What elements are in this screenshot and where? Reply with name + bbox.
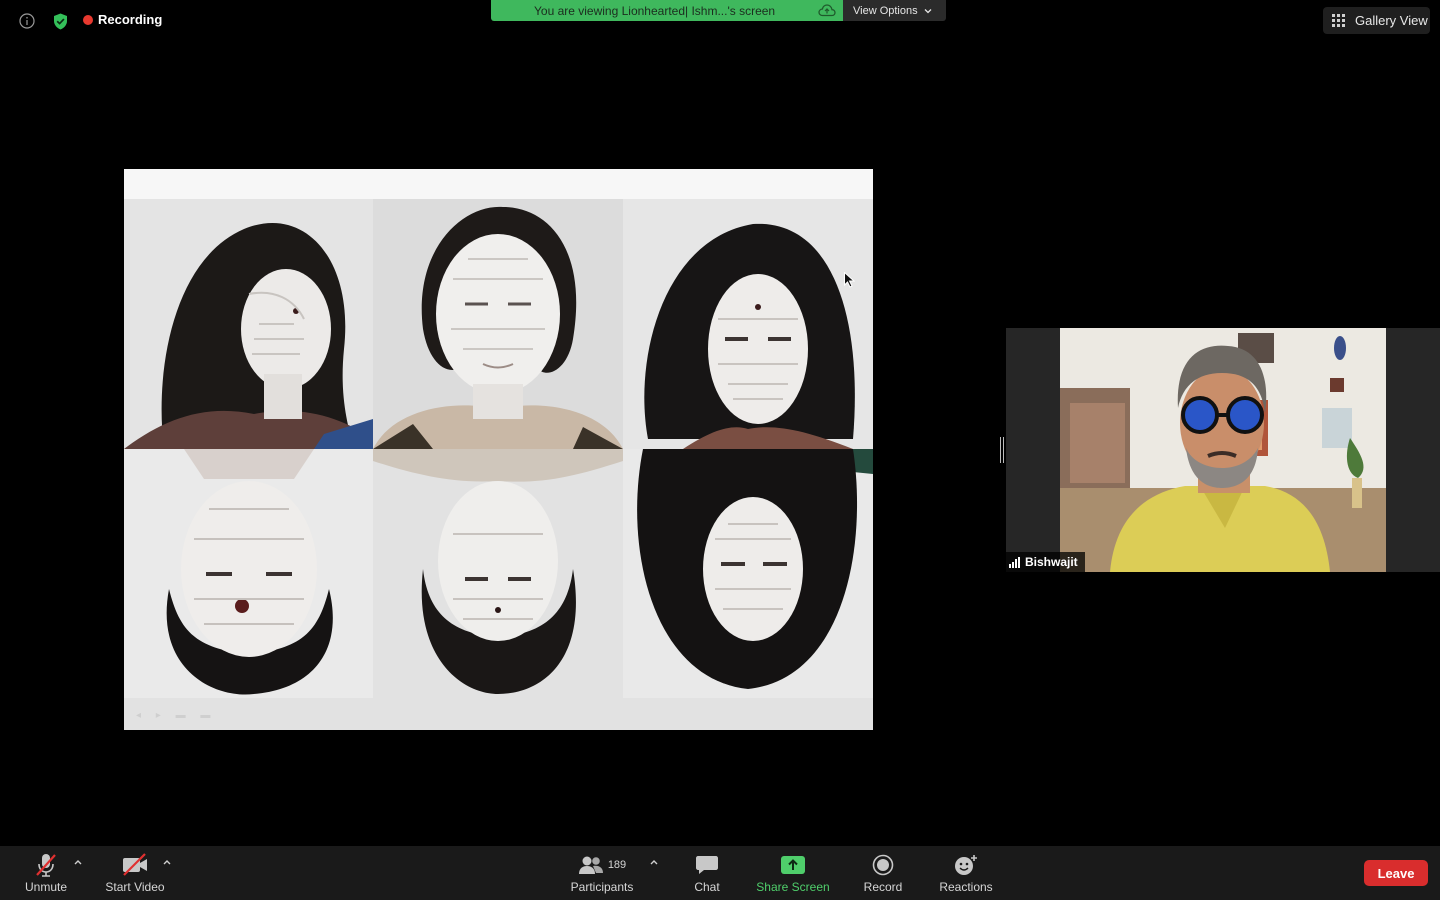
info-icon — [19, 13, 35, 29]
screen-share-banner-text: You are viewing Lionhearted| Ishm...'s s… — [534, 3, 776, 18]
participant-name-tag: Bishwajit — [1006, 552, 1085, 572]
shared-screen-content[interactable]: ◂ ▸ ▬ ▬ — [124, 169, 873, 730]
panel-resize-handle[interactable] — [1000, 437, 1004, 463]
portrait-photo — [124, 199, 373, 449]
participant-name: Bishwajit — [1025, 555, 1078, 569]
participants-options-chevron-up-icon[interactable] — [649, 858, 659, 866]
leave-label: Leave — [1377, 865, 1415, 881]
participants-count: 189 — [607, 859, 627, 871]
portrait-photo — [124, 449, 373, 698]
participant-video-feed — [1060, 328, 1386, 572]
start-video-label: Start Video — [105, 880, 165, 894]
meeting-info-button[interactable] — [17, 11, 37, 31]
leave-meeting-button[interactable]: Leave — [1364, 860, 1428, 886]
chat-bubble-icon — [696, 856, 718, 874]
chevron-down-icon — [924, 8, 932, 13]
chat-button[interactable]: Chat — [688, 852, 726, 894]
meeting-controls-toolbar: Unmute Start Video 189 Participants Chat… — [0, 846, 1440, 900]
unmute-label: Unmute — [24, 880, 68, 894]
record-icon — [872, 854, 894, 876]
participants-button[interactable]: 189 Participants — [566, 852, 638, 894]
chat-label: Chat — [694, 880, 720, 894]
reactions-button[interactable]: Reactions — [936, 852, 996, 894]
view-options-dropdown[interactable]: View Options — [843, 0, 946, 21]
share-screen-label: Share Screen — [756, 880, 830, 894]
microphone-muted-icon — [36, 854, 56, 877]
record-button[interactable]: Record — [861, 852, 905, 894]
screen-share-banner: You are viewing Lionhearted| Ishm...'s s… — [491, 0, 843, 21]
connection-signal-icon — [1009, 556, 1020, 568]
recording-label: Recording — [98, 12, 163, 27]
portrait-photo — [373, 199, 623, 449]
start-video-button[interactable]: Start Video — [102, 852, 168, 894]
record-label: Record — [863, 880, 903, 894]
portrait-photo — [623, 199, 873, 449]
unmute-button[interactable]: Unmute — [23, 852, 69, 894]
portrait-photo — [623, 449, 873, 698]
cloud-icon[interactable] — [818, 3, 836, 17]
portrait-photo — [373, 449, 623, 698]
recording-indicator[interactable]: Recording — [83, 12, 162, 27]
gallery-view-button[interactable]: Gallery View — [1323, 7, 1430, 34]
grid-icon — [1332, 14, 1345, 27]
video-options-chevron-up-icon[interactable] — [162, 858, 172, 866]
share-screen-button[interactable]: Share Screen — [753, 852, 833, 894]
participants-label: Participants — [570, 880, 634, 894]
reactions-label: Reactions — [939, 880, 993, 894]
recording-dot-icon — [83, 14, 93, 25]
participants-icon — [578, 856, 603, 874]
gallery-view-label: Gallery View — [1355, 13, 1428, 28]
slide-header-strip — [124, 169, 873, 199]
encryption-shield-button[interactable] — [50, 10, 70, 32]
audio-options-chevron-up-icon[interactable] — [73, 858, 83, 866]
share-screen-arrow-icon — [781, 856, 805, 874]
mouse-cursor-icon — [844, 272, 855, 288]
emoji-reaction-icon — [955, 855, 977, 875]
slide-footer-strip: ◂ ▸ ▬ ▬ — [124, 698, 873, 730]
shield-icon — [53, 13, 67, 29]
slide-controls-icon: ◂ ▸ ▬ ▬ — [136, 710, 217, 721]
video-camera-off-icon — [123, 853, 147, 876]
view-options-label: View Options — [853, 4, 918, 17]
participant-video-tile[interactable]: Bishwajit — [1006, 328, 1440, 572]
portrait-photo-grid — [124, 199, 873, 698]
